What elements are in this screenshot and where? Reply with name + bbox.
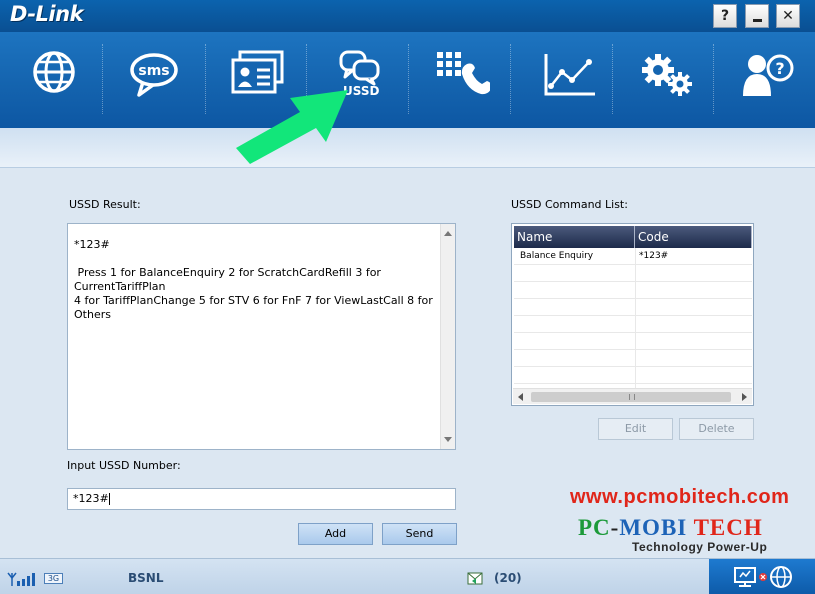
command-name-cell: Balance Enquiry (520, 251, 594, 261)
green-arrow-annotation (236, 90, 348, 164)
table-row-empty (514, 316, 752, 333)
table-row-empty (514, 333, 752, 350)
svg-text:sms: sms (138, 63, 169, 79)
command-list-table[interactable]: Name Code Balance Enquiry *123# (511, 223, 754, 406)
edit-button[interactable]: Edit (598, 418, 673, 440)
svg-text:?: ? (775, 59, 784, 78)
ussd-number-input[interactable]: *123# (67, 488, 456, 510)
command-list-label: USSD Command List: (511, 198, 628, 211)
table-row-empty (514, 299, 752, 316)
toolbar-settings-button[interactable] (618, 32, 718, 128)
signal-strength-icon (7, 572, 35, 586)
command-code-cell: *123# (639, 251, 669, 261)
ussd-number-value: *123# (73, 492, 109, 505)
watermark-tagline: Technology Power-Up (632, 540, 768, 554)
scroll-down-icon[interactable] (444, 437, 452, 442)
sms-bubble-icon: sms (130, 53, 178, 97)
table-row-empty (514, 350, 752, 367)
watermark-logo: PC-MOBI TECH Technology Power-Up (578, 515, 814, 557)
result-scrollbar[interactable] (440, 224, 455, 449)
connection-status-panel[interactable] (709, 559, 815, 594)
pc-connection-icon (734, 566, 792, 588)
status-bar: 3G BSNL (20) (0, 558, 815, 594)
toolbar-help-button[interactable]: ? (718, 32, 815, 128)
watermark-name-mobi: MOBI (619, 515, 688, 540)
table-row-empty (514, 265, 752, 282)
send-button[interactable]: Send (382, 523, 457, 545)
title-bar: D-Link ? ✕ (0, 0, 815, 32)
toolbar-internet-button[interactable] (4, 32, 104, 128)
column-header-name[interactable]: Name (514, 226, 635, 248)
toolbar-separator (205, 44, 206, 114)
message-inbox-icon[interactable] (467, 572, 483, 585)
minimize-icon (753, 19, 762, 22)
scroll-up-icon[interactable] (444, 231, 452, 236)
minimize-button[interactable] (745, 4, 769, 28)
dialpad-phone-icon (437, 52, 490, 95)
ussd-result-text: *123# Press 1 for BalanceEnquiry 2 for S… (74, 238, 433, 321)
line-chart-icon (544, 54, 595, 96)
close-button[interactable]: ✕ (776, 4, 800, 28)
text-cursor (108, 493, 110, 505)
ussd-chat-icon (339, 50, 380, 86)
user-help-icon: ? (743, 54, 794, 96)
watermark-name: PC-MOBI TECH (578, 515, 763, 541)
table-row-empty (514, 367, 752, 384)
dlink-logo: D-Link (10, 2, 84, 26)
add-button[interactable]: Add (298, 523, 373, 545)
delete-button[interactable]: Delete (679, 418, 754, 440)
toolbar-sms-button[interactable]: sms (104, 32, 204, 128)
scroll-left-icon[interactable] (518, 393, 523, 401)
toolbar-call-button[interactable] (412, 32, 512, 128)
scrollbar-grip-icon (629, 394, 635, 400)
column-header-code[interactable]: Code (635, 226, 752, 248)
scroll-right-icon[interactable] (742, 393, 747, 401)
sub-header-band (0, 128, 815, 168)
help-window-button[interactable]: ? (713, 4, 737, 28)
globe-icon (33, 51, 75, 93)
table-horizontal-scrollbar[interactable] (513, 388, 752, 404)
network-type-badge: 3G (44, 573, 63, 584)
ussd-result-label: USSD Result: (69, 198, 141, 211)
watermark-url: www.pcmobitech.com (570, 486, 790, 508)
operator-name: BSNL (128, 571, 164, 585)
gears-icon (642, 54, 692, 96)
watermark-name-tech: TECH (693, 515, 763, 540)
toolbar-statistics-button[interactable] (520, 32, 620, 128)
ussd-result-box[interactable]: *123# Press 1 for BalanceEnquiry 2 for S… (67, 223, 456, 450)
message-count: (20) (494, 571, 522, 585)
watermark-name-pc: PC (578, 515, 611, 540)
table-row[interactable]: Balance Enquiry *123# (514, 248, 752, 265)
table-row-empty (514, 282, 752, 299)
input-ussd-label: Input USSD Number: (67, 459, 181, 472)
